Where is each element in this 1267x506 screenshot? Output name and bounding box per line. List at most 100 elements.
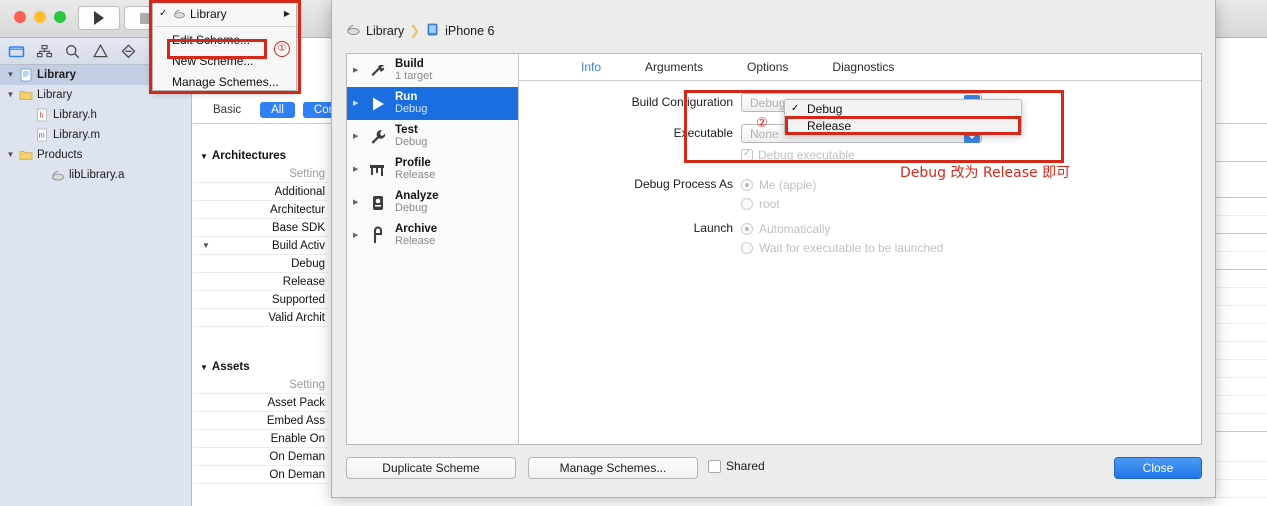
minimize-window-button[interactable] bbox=[34, 11, 46, 23]
action-text: Analyze Debug bbox=[395, 190, 438, 214]
launch-control[interactable]: Automatically Wait for executable to be … bbox=[741, 219, 943, 257]
setting-row: Base SDK bbox=[193, 219, 328, 237]
tab-diagnostics[interactable]: Diagnostics bbox=[832, 60, 894, 74]
library-icon bbox=[173, 7, 186, 20]
chevron-right-icon: ▶ bbox=[283, 9, 290, 18]
section-title: Assets bbox=[211, 361, 250, 373]
disclosure-triangle[interactable]: ▶ bbox=[353, 232, 361, 239]
section-rows: Setting Asset Pack Embed Ass Enable On O… bbox=[193, 376, 343, 484]
tree-item-label: Products bbox=[37, 149, 83, 161]
manage-schemes-button[interactable]: Manage Schemes... bbox=[528, 457, 698, 479]
action-row-archive[interactable]: ▶ Archive Release bbox=[347, 219, 518, 252]
disclosure-triangle[interactable]: ▼ bbox=[202, 237, 210, 254]
action-row-run[interactable]: ▶ Run Debug bbox=[347, 87, 518, 120]
search-icon[interactable] bbox=[64, 43, 81, 60]
action-row-test[interactable]: ▶ Test Debug bbox=[347, 120, 518, 153]
setting-row-label: Build Activ bbox=[271, 240, 325, 252]
disclosure-triangle[interactable]: ▼ bbox=[200, 363, 208, 372]
tab-options[interactable]: Options bbox=[747, 60, 788, 74]
archive-icon bbox=[367, 225, 389, 247]
action-row-build[interactable]: ▶ Build 1 target bbox=[347, 54, 518, 87]
disclosure-triangle[interactable]: ▶ bbox=[353, 199, 361, 206]
folder-icon[interactable] bbox=[8, 43, 25, 60]
radio-wait-for-executable[interactable] bbox=[741, 241, 753, 254]
menu-item-manage-schemes[interactable]: Manage Schemes... bbox=[153, 71, 296, 92]
disclosure-triangle[interactable]: ▶ bbox=[353, 166, 361, 173]
debug-executable-checkbox[interactable] bbox=[741, 148, 753, 161]
section-header[interactable]: ▼ Assets bbox=[193, 361, 343, 373]
button-label: Manage Schemes... bbox=[559, 461, 667, 475]
action-text: Profile Release bbox=[395, 157, 435, 181]
action-subtitle: Debug bbox=[395, 102, 428, 115]
dropdown-option-release[interactable]: Release bbox=[785, 117, 1021, 134]
close-button[interactable]: Close bbox=[1114, 457, 1202, 479]
radio-row-automatically[interactable]: Automatically bbox=[741, 219, 943, 238]
build-settings-section-architectures: ▼ Architectures Setting Additional Archi… bbox=[193, 150, 343, 327]
run-button[interactable] bbox=[78, 6, 120, 30]
disclosure-triangle[interactable]: ▼ bbox=[200, 152, 208, 161]
pane-tabs[interactable]: Info Arguments Options Diagnostics bbox=[519, 54, 1201, 81]
tab-arguments[interactable]: Arguments bbox=[645, 60, 703, 74]
disclosure-triangle[interactable]: ▼ bbox=[6, 151, 15, 159]
radio-row-me-apple[interactable]: Me (apple) bbox=[741, 175, 816, 194]
build-configuration-dropdown[interactable]: ✓ Debug Release bbox=[784, 99, 1022, 135]
radio-automatically[interactable] bbox=[741, 222, 753, 235]
radio-root[interactable] bbox=[741, 197, 753, 210]
action-text: Archive Release bbox=[395, 223, 437, 247]
tree-item-liblibrary-a[interactable]: ▼ libLibrary.a bbox=[0, 165, 191, 185]
filter-tab-basic[interactable]: Basic bbox=[202, 102, 252, 118]
close-window-button[interactable] bbox=[14, 11, 26, 23]
breadcrumb-destination[interactable]: iPhone 6 bbox=[445, 24, 494, 38]
chevron-right-icon: ❯ bbox=[409, 23, 421, 38]
setting-row: Setting bbox=[193, 376, 328, 394]
scheme-menu-current-scheme[interactable]: ✓ Library ▶ bbox=[153, 3, 296, 24]
warning-icon[interactable] bbox=[92, 43, 109, 60]
disclosure-triangle[interactable]: ▶ bbox=[353, 67, 361, 74]
annotation-marker-one: ① bbox=[274, 41, 290, 57]
action-title: Profile bbox=[395, 157, 431, 170]
play-icon bbox=[367, 93, 389, 115]
shared-checkbox-row[interactable]: Shared bbox=[708, 459, 765, 473]
disclosure-triangle[interactable]: ▼ bbox=[6, 71, 15, 79]
setting-row: Setting bbox=[193, 165, 328, 183]
issue-icon[interactable] bbox=[120, 43, 137, 60]
tree-item-label: Library bbox=[37, 89, 73, 101]
breadcrumb-scheme[interactable]: Library bbox=[366, 24, 404, 38]
action-title: Analyze bbox=[395, 190, 439, 203]
action-subtitle: Release bbox=[395, 168, 436, 181]
tree-item-library-m[interactable]: ▼ m Library.m bbox=[0, 125, 191, 145]
action-subtitle: Release bbox=[395, 234, 436, 247]
tree-item-library-h[interactable]: ▼ h Library.h bbox=[0, 105, 191, 125]
duplicate-scheme-button[interactable]: Duplicate Scheme bbox=[346, 457, 516, 479]
radio-row-root[interactable]: root bbox=[741, 194, 816, 213]
hierarchy-icon[interactable] bbox=[36, 43, 53, 60]
dropdown-option-debug[interactable]: ✓ Debug bbox=[785, 100, 1021, 117]
radio-label: Me (apple) bbox=[759, 177, 817, 192]
radio-row-wait-for-executable[interactable]: Wait for executable to be launched bbox=[741, 238, 943, 257]
scheme-actions-list[interactable]: ▶ Build 1 target ▶ Run Debug ▶ Test Debu… bbox=[347, 54, 519, 444]
debug-process-as-control[interactable]: Me (apple) root bbox=[741, 175, 816, 213]
radio-me-apple[interactable] bbox=[741, 178, 753, 191]
action-row-profile[interactable]: ▶ Profile Release bbox=[347, 153, 518, 186]
dropdown-option-label: Debug bbox=[807, 101, 843, 116]
disclosure-triangle[interactable]: ▼ bbox=[6, 91, 15, 99]
debug-executable-row[interactable]: Debug executable bbox=[741, 148, 982, 162]
form-row-launch: Launch Automatically Wait for executable… bbox=[519, 219, 1201, 257]
debug-process-as-label: Debug Process As bbox=[634, 177, 733, 191]
project-navigator[interactable]: ▼ Library ▼ Library ▼ h Library.h bbox=[0, 65, 192, 506]
tab-info[interactable]: Info bbox=[581, 60, 601, 74]
disclosure-triangle[interactable]: ▶ bbox=[353, 133, 361, 140]
filter-tab-all[interactable]: All bbox=[260, 101, 295, 118]
gauge-icon bbox=[367, 159, 389, 181]
shared-checkbox[interactable] bbox=[708, 459, 721, 473]
tree-item-products[interactable]: ▼ Products bbox=[0, 145, 191, 165]
action-title: Archive bbox=[395, 223, 438, 236]
action-row-analyze[interactable]: ▶ Analyze Debug bbox=[347, 186, 518, 219]
zoom-window-button[interactable] bbox=[54, 11, 66, 23]
section-header[interactable]: ▼ Architectures bbox=[193, 150, 343, 162]
svg-text:m: m bbox=[39, 131, 46, 140]
check-icon: ✓ bbox=[159, 8, 168, 19]
action-title: Build bbox=[395, 58, 424, 71]
svg-text:h: h bbox=[39, 111, 43, 120]
disclosure-triangle[interactable]: ▶ bbox=[353, 100, 361, 107]
